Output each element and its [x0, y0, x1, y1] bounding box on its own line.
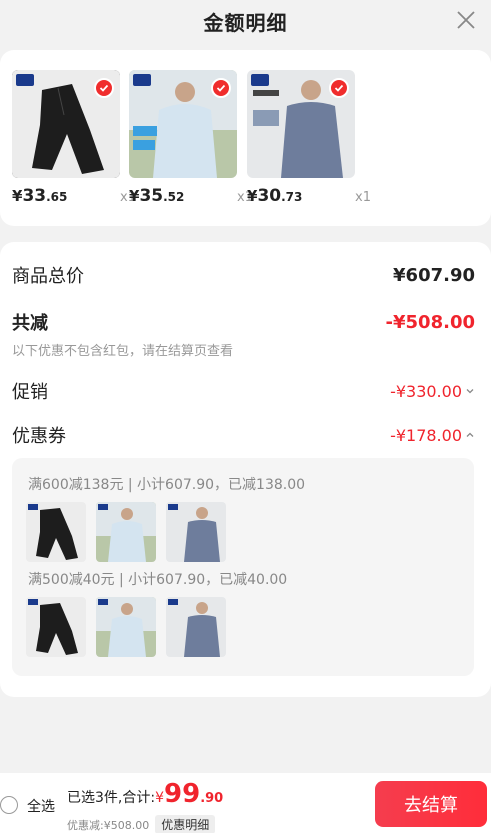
product-image[interactable]	[129, 70, 237, 178]
reduction-value: -¥508.00	[385, 311, 475, 333]
product-thumbnail	[26, 502, 86, 562]
total-price-value: ¥607.90	[393, 264, 475, 286]
total-amount-decimal: .90	[200, 791, 224, 806]
checked-icon[interactable]	[211, 78, 231, 98]
product-price: ¥30.73	[247, 186, 303, 206]
close-icon[interactable]	[455, 9, 477, 31]
promo-row[interactable]: 促销 -¥330.00	[12, 378, 475, 404]
total-price-label: 商品总价	[12, 266, 84, 287]
product-price: ¥35.52	[129, 186, 185, 206]
product-price: ¥33.65	[12, 186, 68, 206]
reduction-row: 共减 -¥508.00	[12, 309, 475, 335]
header: 金额明细	[0, 0, 491, 42]
discount-detail-button[interactable]: 优惠明细	[155, 815, 216, 833]
coupon-detail-box: 满600减138元 | 小计607.90，已减138.00 满500减40元 |…	[12, 458, 474, 676]
total-amount: 99	[164, 779, 201, 809]
product-thumbnail	[96, 597, 156, 657]
product-thumbnail	[96, 502, 156, 562]
product-quantity: x1	[355, 190, 371, 205]
promo-value: -¥330.00	[390, 381, 462, 401]
product-item[interactable]: ¥35.52 x1	[129, 70, 253, 206]
price-detail-card: 商品总价 ¥607.90 共减 -¥508.00 以下优惠不包含红包，请在结算页…	[0, 242, 491, 697]
product-item[interactable]: ¥33.65 x1	[12, 70, 136, 206]
select-all-radio[interactable]	[0, 796, 18, 814]
checked-icon[interactable]	[329, 78, 349, 98]
selected-products-card: ¥33.65 x1 ¥35.52 x1 ¥30.73 x1	[0, 50, 491, 226]
product-image[interactable]	[12, 70, 120, 178]
coupon-row[interactable]: 优惠券 -¥178.00	[12, 422, 475, 448]
discount-note: 以下优惠不包含红包，请在结算页查看	[12, 344, 234, 359]
product-item[interactable]: ¥30.73 x1	[247, 70, 371, 206]
discount-summary: 优惠减:¥508.00 优惠明细	[67, 815, 216, 833]
product-thumbnail	[166, 597, 226, 657]
reduction-label: 共减	[12, 313, 48, 334]
coupon-rule: 满500减40元 | 小计607.90，已减40.00	[28, 572, 288, 588]
order-summary: 已选3件,合计: ¥ 99 .90	[67, 781, 223, 807]
total-price-row: 商品总价 ¥607.90	[12, 262, 475, 288]
coupon-rule: 满600减138元 | 小计607.90，已减138.00	[28, 477, 306, 493]
promo-label: 促销	[12, 382, 48, 403]
coupon-value: -¥178.00	[390, 425, 462, 445]
chevron-up-icon[interactable]	[465, 430, 475, 440]
coupon-products	[26, 597, 226, 657]
product-thumbnail	[26, 597, 86, 657]
checked-icon[interactable]	[94, 78, 114, 98]
page-title: 金额明细	[203, 10, 288, 35]
total-currency: ¥	[155, 790, 164, 806]
chevron-down-icon[interactable]	[465, 386, 475, 396]
checkout-button[interactable]: 去结算	[375, 781, 487, 827]
product-thumbnail	[166, 502, 226, 562]
discount-amount: 优惠减:¥508.00	[67, 818, 150, 832]
coupon-products	[26, 502, 226, 562]
select-all-label[interactable]: 全选	[27, 796, 55, 816]
coupon-label: 优惠券	[12, 426, 66, 447]
selected-count-text: 已选3件,合计:	[67, 790, 156, 806]
product-image[interactable]	[247, 70, 355, 178]
